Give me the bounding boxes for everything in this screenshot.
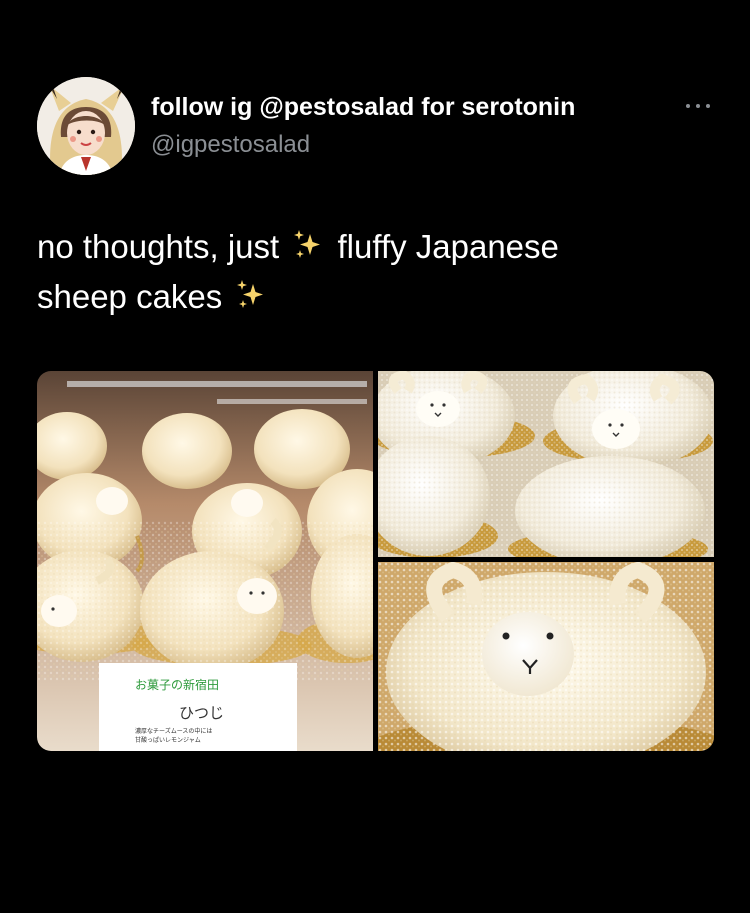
sparkles-icon	[237, 280, 264, 308]
sheep-cakes-top-view-image	[378, 371, 714, 557]
user-handle[interactable]: @igpestosalad	[151, 131, 310, 159]
avatar-image	[37, 77, 135, 175]
sign-brand: お菓子の新宿田	[135, 677, 219, 692]
sign-title: ひつじ	[179, 704, 224, 722]
more-horizontal-icon[interactable]	[683, 96, 713, 116]
photo-closeup[interactable]	[378, 562, 714, 751]
sign-description-2: 甘酸っぱいレモンジャム	[135, 736, 201, 744]
tweet-text-part: fluffy Japanese	[328, 228, 559, 265]
sign-description-1: 濃厚なチーズムースの中には	[135, 727, 212, 735]
sparkles-icon	[294, 230, 321, 258]
photo-top-view[interactable]	[378, 371, 714, 557]
tweet-text: no thoughts, just fluffy Japanese sheep …	[37, 222, 717, 322]
media-grid[interactable]: お菓子の新宿田 ひつじ 濃厚なチーズムースの中には 甘酸っぱいレモンジャム	[37, 371, 714, 751]
tweet-text-part: sheep cakes	[37, 278, 232, 315]
tweet-text-part: no thoughts, just	[37, 228, 289, 265]
sheep-cakes-display-image: お菓子の新宿田 ひつじ 濃厚なチーズムースの中には 甘酸っぱいレモンジャム	[37, 371, 373, 751]
display-name[interactable]: follow ig @pestosalad for serotonin	[151, 93, 575, 122]
photo-display-case[interactable]: お菓子の新宿田 ひつじ 濃厚なチーズムースの中には 甘酸っぱいレモンジャム	[37, 371, 373, 751]
avatar[interactable]	[37, 77, 135, 175]
sheep-cake-closeup-image	[378, 562, 714, 751]
